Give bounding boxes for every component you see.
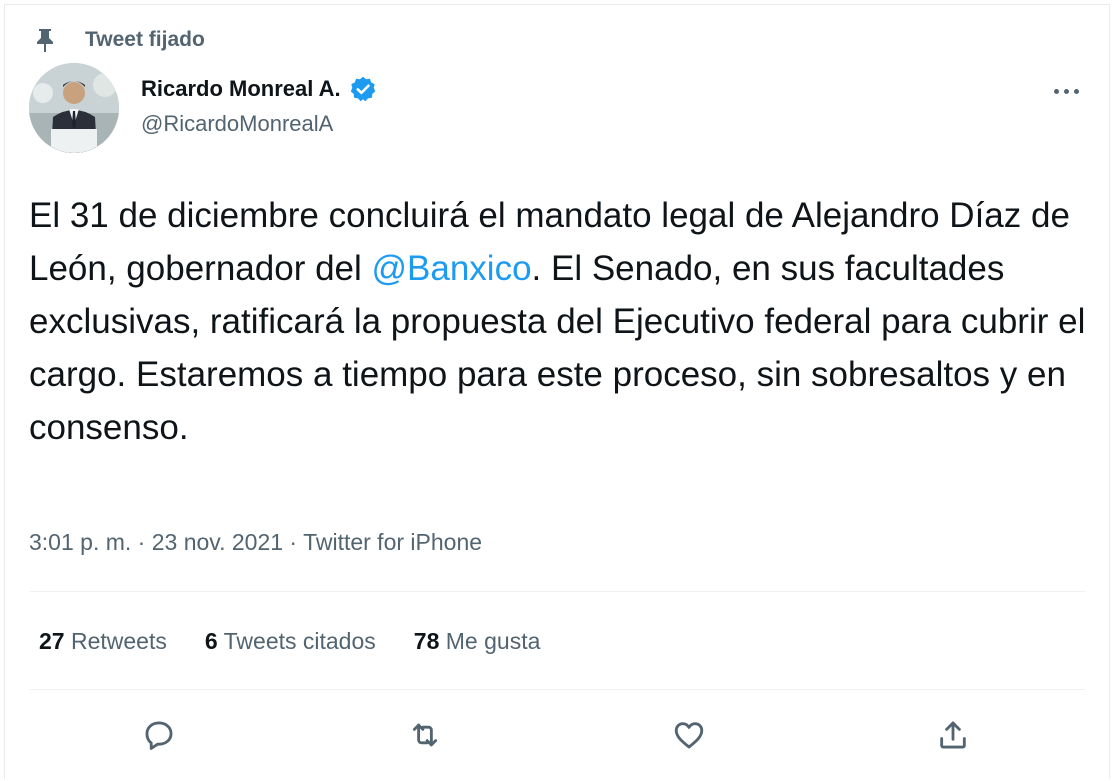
verified-badge-icon [350, 76, 375, 102]
pinned-label: Tweet fijado [85, 28, 205, 51]
tweet-text: El 31 de diciembre concluirá el mandato … [29, 189, 1099, 454]
tweet-date[interactable]: 23 nov. 2021 [152, 529, 283, 555]
tweet-card: Tweet fijado Ricardo Monreal A. @Ricardo… [4, 4, 1110, 779]
stat-label: Retweets [70, 628, 167, 654]
meta-separator: · [283, 529, 304, 555]
pinned-indicator: Tweet fijado [33, 27, 205, 53]
mention-link[interactable]: @Banxico [372, 249, 532, 288]
stat-retweets[interactable]: 27 Retweets [39, 628, 167, 655]
stat-likes[interactable]: 78 Me gusta [414, 628, 541, 655]
tweet-source[interactable]: Twitter for iPhone [303, 529, 482, 555]
author-handle[interactable]: @RicardoMonrealA [141, 111, 333, 137]
stat-label: Me gusta [445, 628, 541, 654]
avatar[interactable] [29, 63, 119, 153]
pin-icon [37, 29, 53, 52]
like-icon[interactable] [667, 713, 711, 757]
tweet-actions [5, 713, 1111, 763]
stat-count: 6 [204, 628, 218, 654]
divider [29, 591, 1085, 592]
retweet-icon[interactable] [403, 713, 447, 757]
share-icon[interactable] [931, 713, 975, 757]
tweet-meta: 3:01 p. m. · 23 nov. 2021 · Twitter for … [29, 529, 482, 556]
tweet-stats: 27 Retweets 6 Tweets citados 78 Me gusta [39, 628, 578, 655]
stat-count: 27 [39, 628, 65, 654]
more-options-icon[interactable] [1045, 73, 1087, 109]
stat-label: Tweets citados [223, 628, 376, 654]
meta-separator: · [131, 529, 152, 555]
tweet-time[interactable]: 3:01 p. m. [29, 529, 131, 555]
author-name[interactable]: Ricardo Monreal A. [141, 76, 341, 102]
stat-quote-tweets[interactable]: 6 Tweets citados [205, 628, 376, 655]
author-name-row[interactable]: Ricardo Monreal A. [141, 75, 377, 103]
divider [29, 689, 1085, 690]
stat-count: 78 [413, 628, 440, 654]
reply-icon[interactable] [137, 713, 181, 757]
